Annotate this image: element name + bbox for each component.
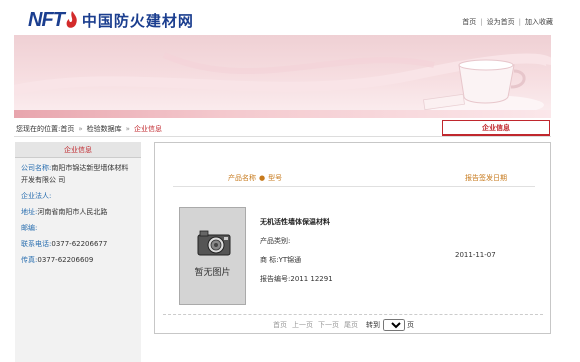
brand-label: 商 标: <box>260 256 279 264</box>
no-image-text: 暂无图片 <box>194 268 231 278</box>
pager-prev[interactable]: 上一页 <box>292 320 313 330</box>
legal-person-label: 企业法人: <box>21 192 52 200</box>
banner-image <box>14 35 551 117</box>
legal-person-row: 企业法人: <box>21 190 135 202</box>
column-model: 型号 <box>268 174 283 182</box>
banner-stripe <box>14 110 551 118</box>
product-report-row: 报告编号:2011 12291 <box>260 274 333 285</box>
breadcrumb-prefix[interactable]: 您现在的位置:首页 <box>16 125 74 133</box>
column-product-name: 产品名称 <box>228 174 256 182</box>
divider: | <box>518 18 521 26</box>
fax-value: 0377-62206609 <box>37 256 94 264</box>
report-label: 报告编号: <box>260 275 291 283</box>
product-info: 无机活性墙体保温材料 产品类别: 商 标:YT锦通 报告编号:2011 1229… <box>260 217 333 293</box>
report-value: 2011 12291 <box>290 275 333 283</box>
divider <box>14 136 551 137</box>
breadcrumb-database[interactable]: 检验数据库 <box>87 125 122 133</box>
product-panel: 产品名称 ● 型号 报告签发日期 暂无图片 无机活性墙体保温材料 产品类别: 商 标… <box>154 142 551 334</box>
pager-next[interactable]: 下一页 <box>318 320 339 330</box>
pager-page-suffix: 页 <box>407 321 414 329</box>
sidebar: 企业信息 公司名称:南阳市锦达新型墙体材料开发有限公 司 企业法人: 地址:河南… <box>15 142 141 362</box>
breadcrumb: 您现在的位置:首页» 检验数据库» 企业信息 <box>16 124 162 134</box>
report-date: 2011-11-07 <box>455 251 496 259</box>
breadcrumb-arrow: » <box>125 125 130 133</box>
pager-first[interactable]: 首页 <box>273 320 287 330</box>
address-row: 地址:河南省南阳市人民北路 <box>21 206 135 218</box>
site-logo[interactable]: NFT 中国防火建材网 <box>28 8 194 32</box>
product-name-link[interactable]: 无机活性墙体保温材料 <box>260 217 333 228</box>
divider <box>163 314 543 315</box>
fax-label: 传真: <box>21 256 38 264</box>
add-favorite-link[interactable]: 加入收藏 <box>525 18 553 26</box>
banner-graphic <box>14 52 551 115</box>
column-product: 产品名称 ● 型号 <box>228 173 282 183</box>
company-name-row: 公司名称:南阳市锦达新型墙体材料开发有限公 司 <box>21 162 135 186</box>
pager-goto-label: 转到 <box>366 321 380 329</box>
address-value: 河南省南阳市人民北路 <box>37 208 108 216</box>
sidebar-title: 企业信息 <box>15 142 141 158</box>
postcode-row: 邮编: <box>21 222 135 234</box>
company-name-label: 公司名称: <box>21 164 52 172</box>
pager-last[interactable]: 尾页 <box>344 320 358 330</box>
phone-label: 联系电话: <box>21 240 52 248</box>
product-brand-row: 商 标:YT锦通 <box>260 255 333 266</box>
page-select[interactable]: 1 <box>383 319 405 331</box>
product-category-row: 产品类别: <box>260 236 333 247</box>
column-report-date: 报告签发日期 <box>465 174 507 182</box>
brand-value: YT锦通 <box>278 256 302 264</box>
bullet-icon: ● <box>259 174 266 182</box>
table-header: 产品名称 ● 型号 报告签发日期 <box>173 169 535 187</box>
address-label: 地址: <box>21 208 38 216</box>
tab-company-info[interactable]: 企业信息 <box>442 120 550 136</box>
breadcrumb-current: 企业信息 <box>133 125 162 133</box>
flame-icon <box>66 11 77 28</box>
logo-text: NFT <box>28 8 65 31</box>
logo-chinese-title: 中国防火建材网 <box>81 11 194 30</box>
phone-row: 联系电话:0377-62206677 <box>21 238 135 250</box>
sidebar-body: 公司名称:南阳市锦达新型墙体材料开发有限公 司 企业法人: 地址:河南省南阳市人… <box>15 158 141 274</box>
top-links: 首页 | 设为首页 | 加入收藏 <box>462 17 553 27</box>
pagination: 首页 上一页 下一页 尾页 转到 1 页 <box>273 319 419 331</box>
home-link[interactable]: 首页 <box>462 18 476 26</box>
breadcrumb-arrow: » <box>78 125 83 133</box>
camera-icon <box>197 230 231 256</box>
product-image-placeholder[interactable]: 暂无图片 <box>179 207 246 305</box>
divider: | <box>480 18 483 26</box>
postcode-label: 邮编: <box>21 224 38 232</box>
category-label: 产品类别: <box>260 237 291 245</box>
phone-value: 0377-62206677 <box>51 240 108 248</box>
set-homepage-link[interactable]: 设为首页 <box>487 18 515 26</box>
fax-row: 传真:0377-62206609 <box>21 254 135 266</box>
